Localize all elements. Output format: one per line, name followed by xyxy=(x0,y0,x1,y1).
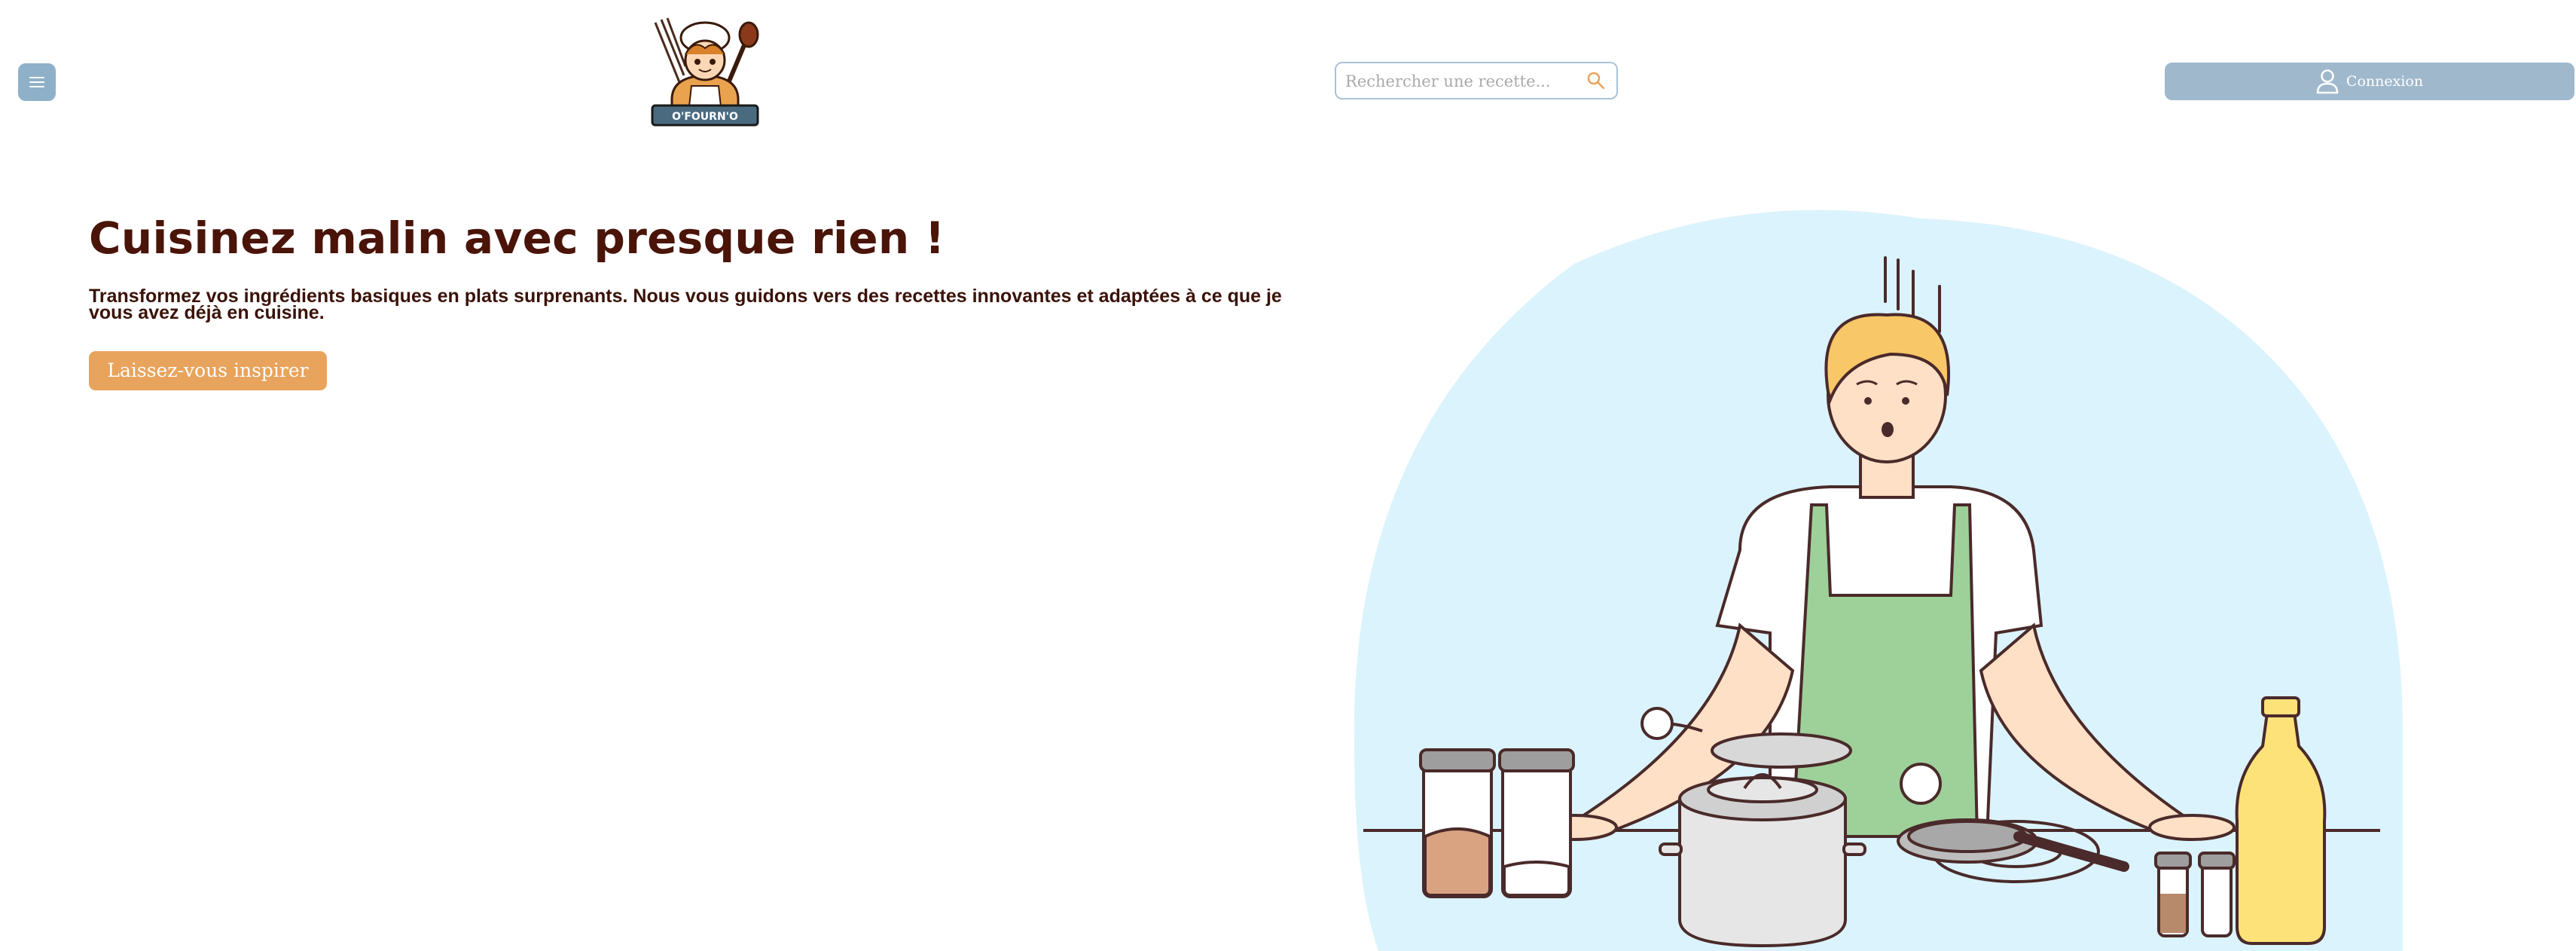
hero-subtitle: Transformez vos ingrédients basiques en … xyxy=(89,286,1282,323)
site-header: O'FOURN'O Connexion xyxy=(0,0,2576,143)
search-input[interactable] xyxy=(1344,63,1573,99)
search-icon[interactable] xyxy=(1586,71,1606,90)
hero-title: Cuisinez malin avec presque rien ! xyxy=(89,213,945,264)
logo[interactable]: O'FOURN'O xyxy=(649,17,761,130)
inspire-button[interactable]: Laissez-vous inspirer xyxy=(89,351,327,390)
user-icon xyxy=(2316,69,2339,94)
menu-button[interactable] xyxy=(18,63,56,101)
cooking-illustration xyxy=(1354,209,2403,951)
hamburger-icon xyxy=(29,77,44,87)
login-button[interactable]: Connexion xyxy=(2165,63,2574,100)
logo-text: O'FOURN'O xyxy=(672,111,738,123)
search-box xyxy=(1335,62,1618,99)
login-label: Connexion xyxy=(2346,73,2424,90)
